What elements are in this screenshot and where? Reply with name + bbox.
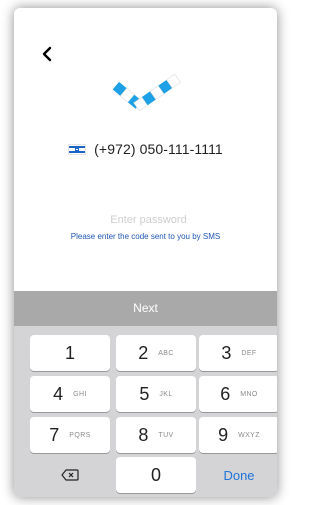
key-0[interactable]: 0	[116, 457, 196, 493]
phone-number: (+972) 050-111-1111	[94, 141, 223, 157]
back-chevron-icon[interactable]	[40, 46, 54, 62]
next-button[interactable]: Next	[14, 291, 277, 326]
key-1[interactable]: 1	[30, 335, 110, 371]
key-9[interactable]: 9 WXYZ	[199, 417, 277, 453]
backspace-key[interactable]	[30, 457, 110, 493]
key-2[interactable]: 2 ABC	[116, 335, 196, 371]
key-5[interactable]: 5 JKL	[116, 376, 196, 412]
password-input[interactable]	[54, 210, 243, 230]
numeric-keypad: 1 2 ABC 3 DEF 4 GHI 5 JKL 6 MNO 7 PQRS 8 TUV 9W…	[14, 326, 277, 497]
done-key[interactable]: Done	[199, 457, 277, 493]
key-4[interactable]: 4 GHI	[30, 376, 110, 412]
key-7[interactable]: 7 PQRS	[30, 417, 110, 453]
phone-number-row: (+972) 050-111-1111	[14, 141, 277, 157]
app-screen: (+972) 050-111-1111 Please enter the cod…	[14, 8, 277, 497]
sms-hint-text: Please enter the code sent to you by SMS	[70, 232, 221, 241]
backspace-icon	[61, 469, 79, 481]
key-8[interactable]: 8 TUV	[116, 417, 196, 453]
app-logo-check-icon	[112, 73, 181, 112]
key-3[interactable]: 3 DEF	[199, 335, 277, 371]
key-6[interactable]: 6 MNO	[199, 376, 277, 412]
israel-flag-icon	[68, 143, 87, 155]
